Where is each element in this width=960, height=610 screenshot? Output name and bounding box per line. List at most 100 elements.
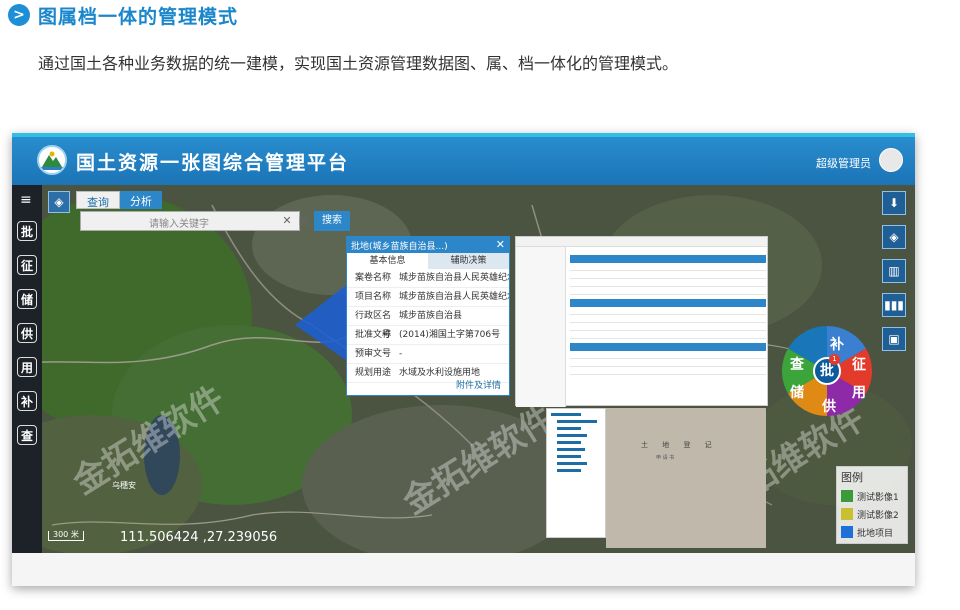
search-input[interactable]: 请输入关键字 [80,211,300,231]
user-name[interactable]: 超级管理员 [816,155,871,171]
radial-label-expropriate[interactable]: 征 [852,354,866,374]
doc-line [570,359,766,367]
header-accent-line [12,133,915,137]
info-row: 行政区名称 城步苗族自治县 [347,307,509,340]
doc-sidebar [516,247,566,407]
legend-swatch [841,526,853,538]
doc-line [570,367,766,375]
tool-button-supplement[interactable]: 补 [17,391,37,411]
legend-swatch [841,490,853,502]
info-value: - [399,349,403,359]
doc-line [570,287,766,295]
screenshot-frame: 国土资源一张图综合管理平台 超级管理员 乌穗安 金拓维软件 金拓维软件 金拓维软… [12,133,915,586]
split-view-icon[interactable]: ▥ [882,259,906,283]
clear-icon[interactable]: ✕ [280,214,294,228]
tree-node[interactable] [557,462,587,465]
doc-line [570,271,766,279]
doc-line [570,279,766,287]
radial-label-supply[interactable]: 供 [822,396,836,416]
doc-section-header [570,299,766,307]
popup-tabs: 基本信息 辅助决策 [347,253,509,269]
doc-line [570,331,766,339]
legend-label: 批地项目 [857,528,894,539]
tab-basic-info[interactable]: 基本信息 [347,253,428,269]
menu-icon[interactable]: ≡ [20,193,34,207]
slide-header: > 图属档一体的管理模式 [8,2,238,28]
info-key: 项目名称 [354,292,391,302]
app-header: 国土资源一张图综合管理平台 超级管理员 [12,133,915,185]
radial-menu: 补 征 用 供 储 查 批 1 [781,326,873,416]
map-legend: 图例 测试影像1 测试影像2 批地项目 [836,466,908,544]
download-icon[interactable]: ⬇ [882,191,906,215]
doc-breadcrumb [516,237,767,247]
legend-label: 测试影像1 [857,492,899,503]
doc-section-header [570,343,766,351]
scan-title: 土 地 登 记 [641,441,718,449]
popup-title: 批地(城乡苗族自治县...) [351,242,448,252]
info-value: 城步苗族自治县人民英雄纪念广场 [399,273,509,283]
layers-icon[interactable]: ◈ [48,191,70,213]
tree-node[interactable] [557,441,581,444]
tool-button-inspect[interactable]: 查 [17,425,37,445]
details-link[interactable]: 附件及详情 [456,378,501,391]
toolbox-icon[interactable]: ▣ [882,327,906,351]
doc-line [570,351,766,359]
legend-swatch [841,508,853,520]
app-title: 国土资源一张图综合管理平台 [76,152,350,174]
info-row: 预审文号 - [347,345,509,364]
slide-title: 图属档一体的管理模式 [38,5,239,28]
tool-button-approve[interactable]: 批 [17,221,37,241]
map-scale: 300 米 [48,531,84,541]
info-key: 案卷名称 [354,273,391,283]
tab-query[interactable]: 查询 [76,191,120,209]
info-key: 行政区名称 [354,311,391,340]
tree-node[interactable] [557,448,585,451]
slide-description: 通过国土各种业务数据的统一建模，实现国土资源管理数据图、属、档一体化的管理模式。 [38,54,679,73]
tree-node[interactable] [557,427,581,430]
layers-icon[interactable]: ◈ [882,225,906,249]
archive-tree-panel[interactable] [546,408,606,538]
tree-node[interactable] [557,434,587,437]
radial-label-use[interactable]: 用 [852,382,866,402]
chevron-right-icon: > [8,4,30,26]
tree-node[interactable] [557,455,581,458]
legend-title: 图例 [841,471,863,484]
tree-node[interactable] [551,413,581,416]
avatar[interactable] [879,148,903,172]
left-toolbar: ≡ 批 征 储 供 用 补 查 [12,185,42,553]
tool-button-expropriate[interactable]: 征 [17,255,37,275]
doc-line [570,323,766,331]
document-detail-panel [515,236,768,407]
search-button[interactable]: 搜索 [314,211,350,231]
info-row: 项目名称 城步苗族自治县人民英雄纪念广场 [347,288,509,307]
legend-label: 测试影像2 [857,510,899,521]
doc-line [570,307,766,315]
info-value: 城步苗族自治县 [399,311,463,321]
feature-info-popup: 批地(城乡苗族自治县...) ✕ 基本信息 辅助决策 案卷名称 城步苗族自治县人… [346,236,510,396]
info-key: 规划用途 [354,368,391,378]
filter-icon[interactable]: ▤ [297,214,311,228]
logo-icon [37,145,67,175]
info-row: 批准文号 (2014)湘国土字第706号 [347,326,509,345]
info-value: 城步苗族自治县人民英雄纪念广场 [399,292,509,302]
frame-bottom [12,553,915,586]
tool-button-reserve[interactable]: 储 [17,289,37,309]
radial-label-reserve[interactable]: 储 [790,382,804,402]
tool-button-supply[interactable]: 供 [17,323,37,343]
legend-item: 测试影像2 [837,505,907,523]
tree-node[interactable] [557,420,597,423]
tree-node[interactable] [557,469,581,472]
tool-button-use[interactable]: 用 [17,357,37,377]
info-value: (2014)湘国土字第706号 [399,330,501,340]
doc-content [570,251,766,375]
close-icon[interactable]: ✕ [496,238,505,251]
tab-decision-support[interactable]: 辅助决策 [428,253,509,269]
radial-label-supplement[interactable]: 补 [830,334,844,354]
app-window: 国土资源一张图综合管理平台 超级管理员 乌穗安 金拓维软件 金拓维软件 金拓维软… [12,133,915,553]
info-key: 批准文号 [354,330,391,340]
tab-analysis[interactable]: 分析 [120,191,162,209]
radial-label-inspect[interactable]: 查 [790,354,804,374]
doc-line [570,315,766,323]
info-row: 案卷名称 城步苗族自治县人民英雄纪念广场 [347,269,509,288]
chart-icon[interactable]: ▮▮▮ [882,293,906,317]
